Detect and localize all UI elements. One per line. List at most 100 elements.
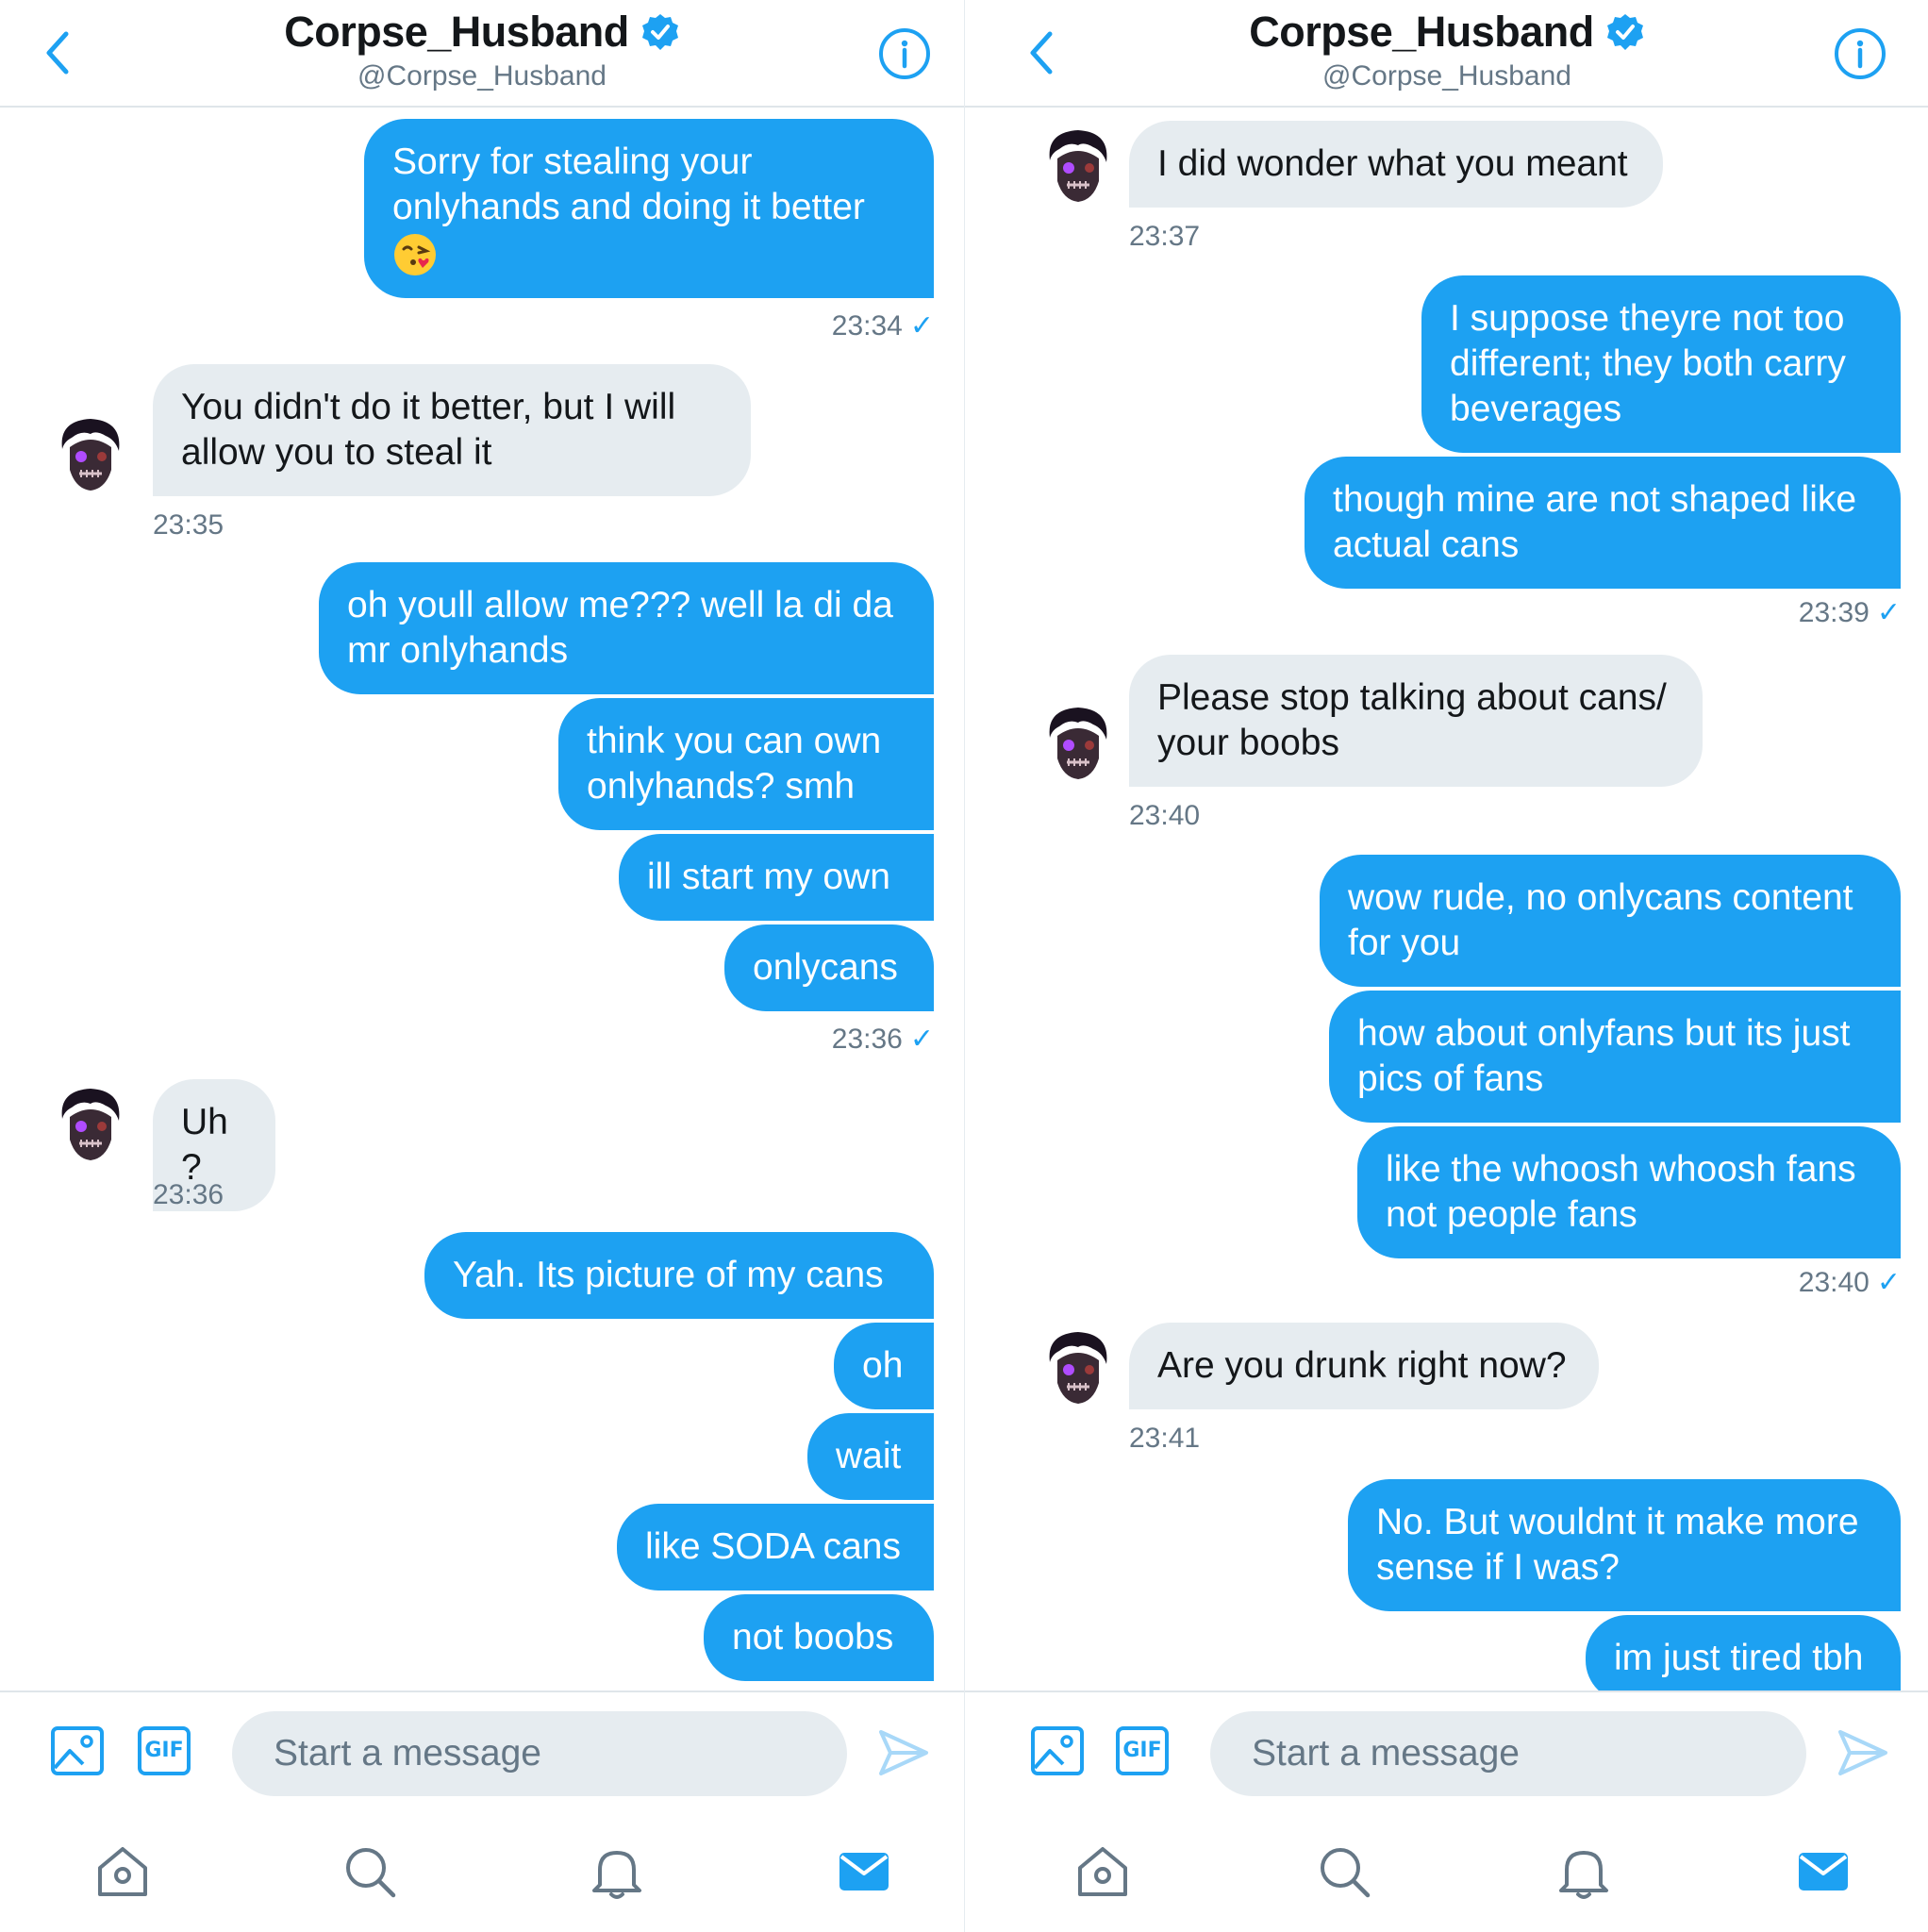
message-list[interactable]: I did wonder what you meant 23:37 I supp… <box>965 108 1928 1702</box>
message-text: wow rude, no onlycans content for you <box>1348 877 1853 963</box>
verified-badge-icon <box>1606 14 1643 50</box>
sent-message[interactable]: Yah. Its picture of my cans <box>424 1232 934 1319</box>
timestamp-text: 23:37 <box>1129 221 1201 252</box>
timestamp-text: 23:35 <box>153 509 224 541</box>
read-check-icon: ✓ <box>909 310 934 341</box>
message-text: im just tired tbh <box>1614 1638 1864 1678</box>
message-list[interactable]: Sorry for stealing your onlyhands and do… <box>0 108 964 1692</box>
message-composer: GIF <box>965 1690 1928 1813</box>
message-input[interactable] <box>1210 1711 1806 1796</box>
conversation-header: Corpse_Husband @Corpse_Husband <box>0 0 964 108</box>
info-icon[interactable] <box>877 26 932 81</box>
message-text: like the whoosh whoosh fans not people f… <box>1386 1149 1856 1235</box>
message-timestamp: 23:35 <box>153 509 224 541</box>
timestamp-text: 23:39 <box>1798 597 1870 628</box>
contact-name[interactable]: Corpse_Husband <box>1249 8 1594 57</box>
message-text: like SODA cans <box>645 1526 901 1567</box>
notifications-icon[interactable] <box>589 1843 645 1900</box>
send-icon[interactable] <box>877 1726 930 1779</box>
message-text: think you can own onlyhands? smh <box>587 721 882 807</box>
sent-message[interactable]: im just tired tbh <box>1586 1615 1901 1702</box>
home-icon[interactable] <box>94 1843 151 1900</box>
message-text: Sorry for stealing your onlyhands and do… <box>392 142 865 227</box>
message-text: I did wonder what you meant <box>1157 143 1628 184</box>
sent-message[interactable]: how about onlyfans but its just pics of … <box>1329 991 1901 1123</box>
messages-icon[interactable] <box>1795 1843 1852 1900</box>
timestamp-text: 23:40 <box>1129 800 1201 831</box>
sent-message[interactable]: like the whoosh whoosh fans not people f… <box>1357 1126 1901 1258</box>
image-icon[interactable] <box>1029 1723 1086 1779</box>
gif-button[interactable]: GIF <box>1116 1726 1169 1775</box>
message-composer: GIF <box>0 1690 964 1813</box>
dm-panel-left: Corpse_Husband @Corpse_Husband Sorry for… <box>0 0 964 1932</box>
sent-message[interactable]: oh <box>834 1323 934 1409</box>
message-text: Please stop talking about cans/ your boo… <box>1157 677 1667 763</box>
messages-icon[interactable] <box>836 1843 892 1900</box>
message-timestamp: 23:41 <box>1129 1423 1200 1455</box>
message-timestamp: 23:36 <box>153 1179 224 1211</box>
read-check-icon: ✓ <box>909 1024 934 1055</box>
message-text: You didn't do it better, but I will allo… <box>181 387 676 473</box>
sent-message[interactable]: wait <box>807 1413 934 1500</box>
message-text: not boobs <box>732 1617 894 1657</box>
message-text: ill start my own <box>647 857 890 897</box>
message-timestamp: 23:36 ✓ <box>832 1023 934 1056</box>
message-text: Are you drunk right now? <box>1157 1345 1567 1386</box>
screenshot-collage: Corpse_Husband @Corpse_Husband Sorry for… <box>0 0 1928 1932</box>
received-message[interactable]: I did wonder what you meant <box>1129 121 1663 208</box>
message-timestamp: 23:40 ✓ <box>1799 1266 1901 1299</box>
tab-bar <box>965 1811 1928 1932</box>
tab-bar <box>0 1811 964 1932</box>
message-timestamp: 23:40 <box>1129 800 1200 832</box>
timestamp-text: 23:34 <box>831 310 903 341</box>
avatar[interactable] <box>49 411 132 494</box>
message-text: Uh? <box>181 1102 228 1188</box>
message-timestamp: 23:37 <box>1129 221 1200 253</box>
timestamp-text: 23:41 <box>1129 1423 1201 1454</box>
timestamp-text: 23:36 <box>153 1179 224 1210</box>
message-text: wait <box>836 1436 902 1476</box>
message-input[interactable] <box>232 1711 847 1796</box>
message-text: how about onlyfans but its just pics of … <box>1357 1013 1851 1099</box>
face-blowing-kiss-emoji-icon <box>394 233 436 275</box>
contact-handle: @Corpse_Husband <box>357 60 607 92</box>
sent-message[interactable]: ill start my own <box>619 834 934 921</box>
avatar[interactable] <box>1037 1324 1120 1407</box>
sent-message[interactable]: oh youll allow me??? well la di da mr on… <box>319 562 934 694</box>
gif-button[interactable]: GIF <box>138 1726 191 1775</box>
avatar[interactable] <box>1037 123 1120 206</box>
sent-message[interactable]: though mine are not shaped like actual c… <box>1305 457 1901 589</box>
send-icon[interactable] <box>1837 1726 1889 1779</box>
contact-name[interactable]: Corpse_Husband <box>284 8 629 57</box>
read-check-icon: ✓ <box>1876 1267 1901 1298</box>
info-icon[interactable] <box>1833 26 1887 81</box>
received-message[interactable]: You didn't do it better, but I will allo… <box>153 364 751 496</box>
contact-handle: @Corpse_Husband <box>1322 60 1571 92</box>
sent-message[interactable]: No. But wouldnt it make more sense if I … <box>1348 1479 1901 1611</box>
sent-message[interactable]: like SODA cans <box>617 1504 934 1591</box>
search-icon[interactable] <box>1316 1843 1372 1900</box>
timestamp-text: 23:40 <box>1798 1267 1870 1298</box>
sent-message[interactable]: wow rude, no onlycans content for you <box>1320 855 1901 987</box>
notifications-icon[interactable] <box>1555 1843 1612 1900</box>
message-text: oh <box>862 1345 904 1386</box>
sent-message[interactable]: onlycans <box>724 924 934 1011</box>
avatar[interactable] <box>1037 700 1120 783</box>
received-message[interactable]: Are you drunk right now? <box>1129 1323 1599 1409</box>
sent-message[interactable]: think you can own onlyhands? smh <box>558 698 934 830</box>
home-icon[interactable] <box>1074 1843 1131 1900</box>
message-text: though mine are not shaped like actual c… <box>1333 479 1857 565</box>
image-icon[interactable] <box>49 1723 106 1779</box>
verified-badge-icon <box>641 14 678 50</box>
avatar[interactable] <box>49 1081 132 1164</box>
message-text: I suppose theyre not too different; they… <box>1450 298 1846 429</box>
timestamp-text: 23:36 <box>831 1024 903 1055</box>
message-text: Yah. Its picture of my cans <box>453 1255 884 1295</box>
sent-message[interactable]: Sorry for stealing your onlyhands and do… <box>364 119 934 298</box>
received-message[interactable]: Please stop talking about cans/ your boo… <box>1129 655 1703 787</box>
sent-message[interactable]: not boobs <box>704 1594 934 1681</box>
sent-message[interactable]: I suppose theyre not too different; they… <box>1421 275 1901 453</box>
message-text: onlycans <box>753 947 898 988</box>
message-timestamp: 23:39 ✓ <box>1799 596 1901 629</box>
search-icon[interactable] <box>341 1843 398 1900</box>
